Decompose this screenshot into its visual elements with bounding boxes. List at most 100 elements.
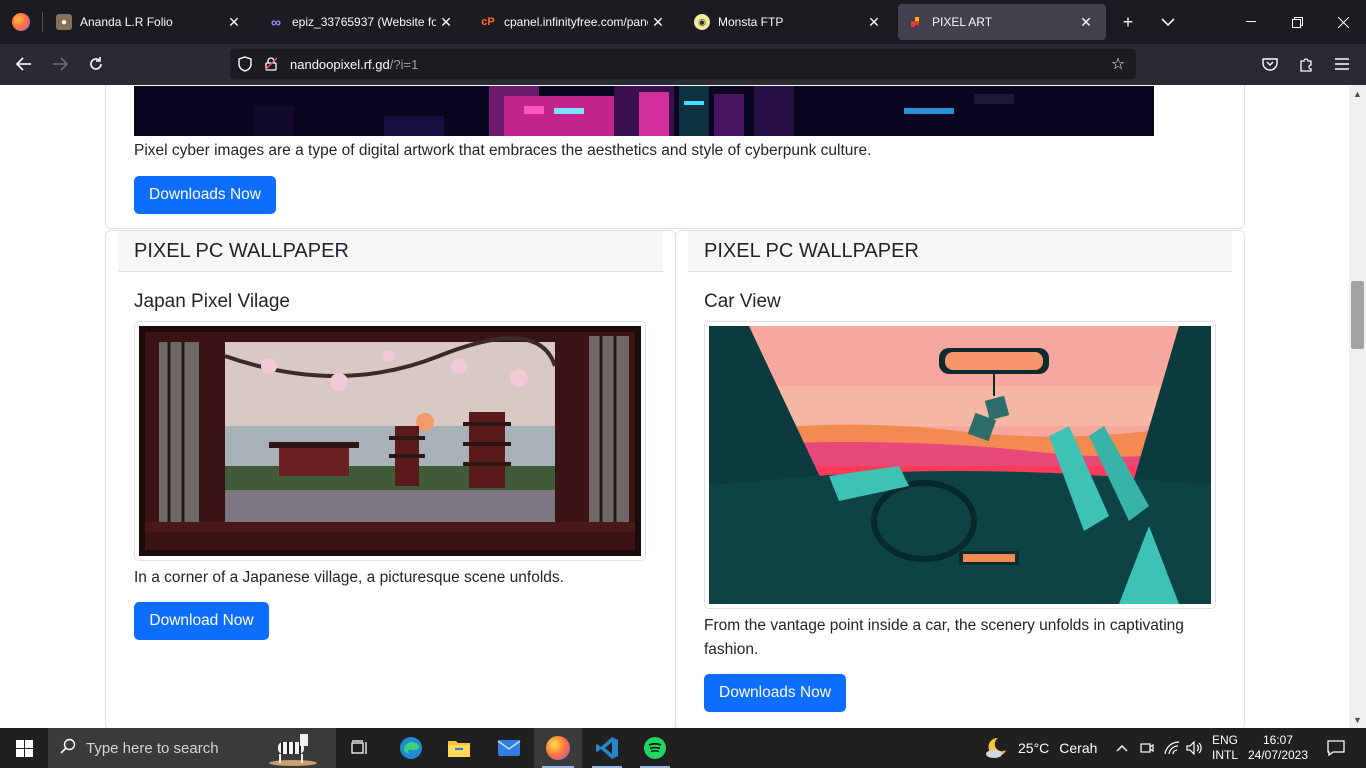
taskbar-firefox[interactable] <box>534 728 582 768</box>
pocket-button[interactable] <box>1254 48 1286 80</box>
keyboard-layout: INTL <box>1211 748 1238 762</box>
japan-download-button[interactable]: Download Now <box>134 602 269 640</box>
clock-button[interactable]: 16:07 24/07/2023 <box>1246 728 1310 768</box>
restore-icon <box>1291 16 1303 28</box>
spotify-icon <box>644 737 666 759</box>
taskbar-file-explorer[interactable] <box>436 728 482 768</box>
plus-icon: + <box>1122 11 1134 32</box>
search-placeholder: Type here to search <box>86 739 219 757</box>
tab-monsta-ftp[interactable]: ◉ Monsta FTP ✕ <box>684 4 894 40</box>
volume-button[interactable] <box>1184 728 1206 768</box>
card-title: Car View <box>704 291 781 312</box>
taskbar-spotify[interactable] <box>632 728 678 768</box>
tab-pixel-art[interactable]: PIXEL ART ✕ <box>898 4 1106 40</box>
chevron-down-icon <box>1161 18 1175 27</box>
cyber-card: Pixel cyber images are a type of digital… <box>105 85 1245 229</box>
chevron-up-icon <box>1116 745 1128 752</box>
weather-desc: Cerah <box>1059 740 1098 756</box>
pocket-icon <box>1262 58 1278 71</box>
language-code: ENG <box>1211 733 1238 747</box>
card-text: In a corner of a Japanese village, a pic… <box>134 569 564 586</box>
scroll-down-arrow-icon[interactable]: ▼ <box>1349 711 1366 728</box>
arrow-left-icon <box>16 57 31 71</box>
network-button[interactable] <box>1160 728 1184 768</box>
close-tab-icon[interactable]: ✕ <box>436 14 456 31</box>
start-button[interactable] <box>0 728 48 768</box>
weather-temp: 25°C <box>1018 740 1050 756</box>
car-view-image <box>709 326 1211 604</box>
reload-button[interactable] <box>80 48 112 80</box>
notification-icon <box>1327 740 1345 756</box>
japan-village-image <box>139 326 641 556</box>
close-tab-icon[interactable]: ✕ <box>224 14 244 31</box>
car-downloads-button[interactable]: Downloads Now <box>704 674 846 712</box>
windows-logo-icon <box>15 739 33 757</box>
close-tab-icon[interactable]: ✕ <box>1076 14 1096 31</box>
show-hidden-icons-button[interactable] <box>1112 728 1132 768</box>
extensions-button[interactable] <box>1290 48 1322 80</box>
wifi-icon <box>1164 741 1180 755</box>
close-window-button[interactable] <box>1320 0 1366 44</box>
hamburger-menu-icon <box>1335 58 1349 70</box>
taskbar-edge[interactable] <box>388 728 434 768</box>
scrollbar-thumb[interactable] <box>1351 281 1364 349</box>
task-view-icon <box>351 740 367 754</box>
tab-cpanel[interactable]: cP cpanel.infinityfree.com/panel ✕ <box>470 4 678 40</box>
taskbar-search-box[interactable]: Type here to search <box>48 728 336 768</box>
zebra-highlight-icon <box>268 730 318 768</box>
restore-button[interactable] <box>1274 0 1320 44</box>
card-header: PIXEL PC WALLPAPER <box>118 231 663 272</box>
japan-village-thumbnail <box>134 321 646 561</box>
close-tab-icon[interactable]: ✕ <box>864 14 884 31</box>
speaker-icon <box>1186 741 1202 755</box>
back-button[interactable] <box>8 48 40 80</box>
scroll-up-arrow-icon[interactable]: ▲ <box>1349 85 1366 102</box>
reload-icon <box>90 57 102 70</box>
windows-taskbar: Type here to search 25°C Cerah ENG INTL … <box>0 728 1366 768</box>
firefox-icon <box>546 736 570 760</box>
moon-cloud-icon <box>986 737 1006 758</box>
cyber-downloads-button[interactable]: Downloads Now <box>134 176 276 214</box>
clock: 16:07 24/07/2023 <box>1248 733 1308 763</box>
car-view-card: PIXEL PC WALLPAPER Car View From the van… <box>675 230 1245 728</box>
notifications-button[interactable] <box>1316 728 1356 768</box>
url-text[interactable]: nandoopixel.rf.gd/?i=1 <box>290 57 418 72</box>
tab-ananda-folio[interactable]: ● Ananda L.R Folio ✕ <box>46 4 254 40</box>
address-bar[interactable]: nandoopixel.rf.gd/?i=1 ☆ <box>230 49 1136 79</box>
close-tab-icon[interactable]: ✕ <box>648 14 668 31</box>
input-language-button[interactable]: ENG INTL <box>1206 728 1244 768</box>
japan-village-card: PIXEL PC WALLPAPER Japan Pixel Vilage In… <box>105 230 676 728</box>
bookmark-star-icon[interactable]: ☆ <box>1106 52 1130 76</box>
app-menu-button[interactable] <box>1326 48 1358 80</box>
tab-separator <box>42 12 43 32</box>
cpanel-icon: cP <box>481 16 495 28</box>
meet-now-button[interactable] <box>1136 728 1158 768</box>
taskbar-vscode[interactable] <box>584 728 630 768</box>
card-text: From the vantage point inside a car, the… <box>704 617 1184 658</box>
forward-button[interactable] <box>44 48 76 80</box>
list-all-tabs-button[interactable] <box>1150 4 1186 40</box>
new-tab-button[interactable]: + <box>1110 4 1146 40</box>
language-indicator: ENG INTL <box>1212 733 1238 763</box>
monsta-icon: ◉ <box>694 14 710 30</box>
pixel-icon <box>908 14 924 30</box>
clock-time: 16:07 <box>1262 733 1294 747</box>
clock-date: 24/07/2023 <box>1247 748 1309 762</box>
firefox-menu-button[interactable] <box>0 0 42 44</box>
cyber-card-text: Pixel cyber images are a type of digital… <box>134 142 872 159</box>
insecure-lock-icon[interactable] <box>258 49 284 79</box>
close-icon <box>1337 16 1349 28</box>
minimize-button[interactable] <box>1228 0 1274 44</box>
tracking-protection-shield-icon[interactable] <box>232 49 258 79</box>
tab-epiz[interactable]: ∞ epiz_33765937 (Website for in ✕ <box>258 4 466 40</box>
card-title: Japan Pixel Vilage <box>134 291 290 312</box>
vscode-icon <box>596 737 618 759</box>
arrow-right-icon <box>53 57 68 71</box>
taskbar-mail[interactable] <box>486 728 532 768</box>
task-view-button[interactable] <box>338 728 382 768</box>
page-scrollbar[interactable]: ▲ ▼ <box>1349 85 1366 728</box>
weather-widget[interactable]: 25°C Cerah <box>984 728 1104 768</box>
firefox-logo-icon <box>12 13 30 31</box>
cyberpunk-city-image <box>134 86 1154 136</box>
profile-photo-icon: ● <box>56 14 72 30</box>
